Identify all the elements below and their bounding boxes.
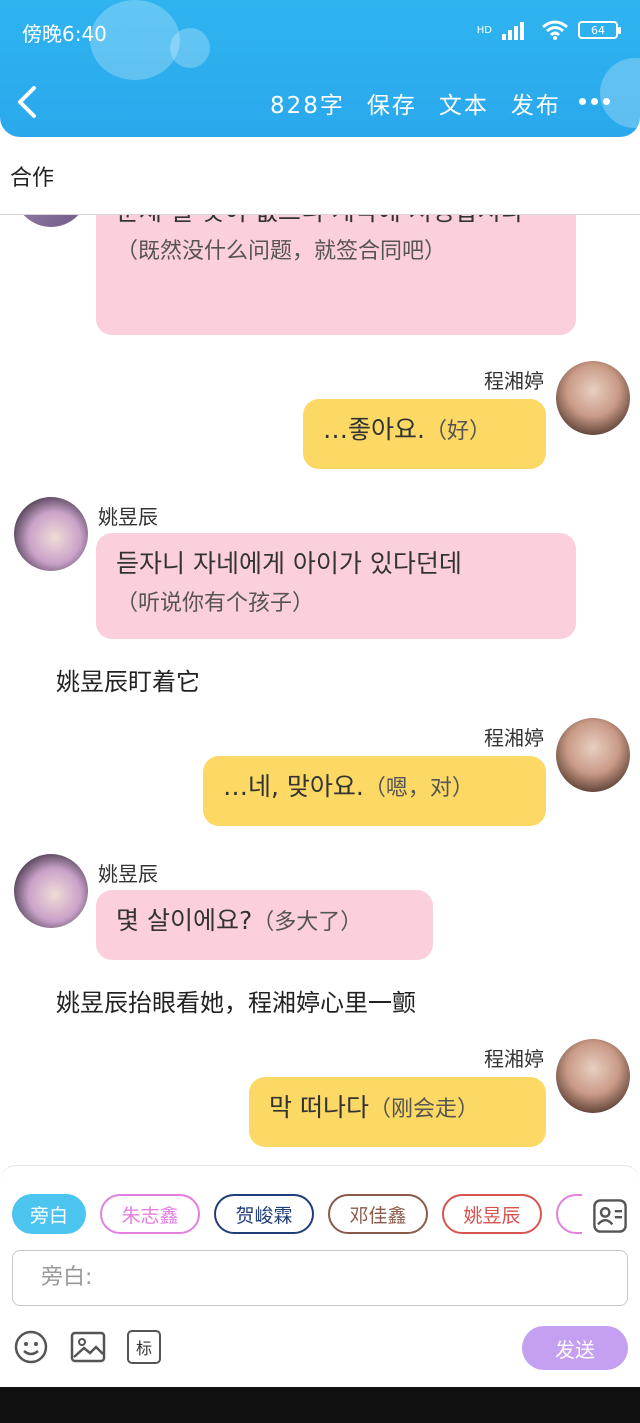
chip-label: 姚昱辰 xyxy=(463,1204,521,1227)
role-chip[interactable] xyxy=(556,1194,582,1234)
status-icons: HD 64 xyxy=(476,20,621,40)
contacts-icon[interactable] xyxy=(592,1198,628,1234)
speaker-name: 程湘婷 xyxy=(484,1047,544,1071)
status-time: 傍晚6:40 xyxy=(22,22,107,46)
speaker-name: 姚昱辰 xyxy=(98,862,158,886)
page-subtitle: 合作 xyxy=(10,166,55,191)
narration-text: 姚昱辰抬眼看她，程湘婷心里一颤 xyxy=(56,989,416,1017)
chip-label: 邓佳鑫 xyxy=(349,1204,407,1227)
battery-icon: 64 xyxy=(578,21,621,39)
narration-text: 姚昱辰盯着它 xyxy=(56,668,200,696)
more-icon[interactable] xyxy=(579,98,610,105)
role-selector: 旁白 朱志鑫 贺峻霖 邓佳鑫 姚昱辰 xyxy=(12,1194,582,1238)
message-bubble[interactable]: 몇 살이에요?（多大了） xyxy=(96,890,433,960)
chip-label: 朱志鑫 xyxy=(121,1204,179,1227)
message-text: 문제 될 것이 없으니 계약에 서명합시다 xyxy=(116,215,524,226)
message-text: 몇 살이에요? xyxy=(116,906,253,935)
avatar[interactable] xyxy=(14,497,88,571)
chip-label: 贺峻霖 xyxy=(235,1204,293,1227)
message-bubble[interactable]: 듣자니 자네에게 아이가 있다던데 （听说你有个孩子） xyxy=(96,533,576,639)
role-chip-narrator[interactable]: 旁白 xyxy=(12,1194,86,1234)
compose-panel: 旁白 朱志鑫 贺峻霖 邓佳鑫 姚昱辰 旁白: 标 发送 xyxy=(0,1165,640,1388)
role-chip[interactable]: 朱志鑫 xyxy=(100,1194,200,1234)
chip-label: 旁白 xyxy=(29,1204,68,1227)
avatar[interactable] xyxy=(556,1039,630,1113)
text-button[interactable]: 文本 xyxy=(439,86,489,120)
speaker-name: 程湘婷 xyxy=(484,726,544,750)
wifi-icon xyxy=(542,20,568,40)
role-chip[interactable]: 邓佳鑫 xyxy=(328,1194,428,1234)
word-count: 828字 xyxy=(270,93,345,119)
message-translation: （多大了） xyxy=(252,910,363,935)
mark-icon[interactable]: 标 xyxy=(127,1330,161,1364)
battery-level: 64 xyxy=(591,23,605,37)
message-translation: （刚会走） xyxy=(368,1097,479,1122)
message-text: …네, 맞아요. xyxy=(223,772,364,801)
network-label: HD xyxy=(476,24,492,36)
emoji-icon[interactable] xyxy=(14,1330,48,1364)
message-translation: （既然没什么问题，就签合同吧） xyxy=(116,239,447,264)
system-nav-bar xyxy=(0,1387,640,1423)
chat-area[interactable]: 문제 될 것이 없으니 계약에 서명합시다 （既然没什么问题，就签合同吧） 程湘婷… xyxy=(0,215,640,1165)
back-icon[interactable] xyxy=(12,84,42,120)
app-header: 傍晚6:40 HD 64 828字 保存 文本 发布 xyxy=(0,0,640,137)
message-translation: （好） xyxy=(424,419,491,444)
message-bubble[interactable]: 막 떠나다（刚会走） xyxy=(249,1077,546,1147)
message-translation: （听说你有个孩子） xyxy=(116,591,315,616)
message-input[interactable]: 旁白: xyxy=(12,1250,628,1306)
decor-bubble xyxy=(170,28,210,68)
message-text: …좋아요. xyxy=(323,415,425,444)
message-translation: （嗯，对） xyxy=(363,776,474,801)
header-actions: 828字 保存 文本 发布 xyxy=(270,86,561,120)
message-text: 막 떠나다 xyxy=(269,1093,369,1122)
role-chip[interactable]: 贺峻霖 xyxy=(214,1194,314,1234)
message-text: 듣자니 자네에게 아이가 있다던데 xyxy=(116,549,462,578)
decor-bubble xyxy=(600,58,640,128)
message-bubble[interactable]: …좋아요.（好） xyxy=(303,399,546,469)
message-bubble[interactable]: …네, 맞아요.（嗯，对） xyxy=(203,756,546,826)
send-button[interactable]: 发送 xyxy=(522,1326,628,1370)
save-button[interactable]: 保存 xyxy=(367,86,417,120)
publish-button[interactable]: 发布 xyxy=(511,86,561,120)
image-icon[interactable] xyxy=(70,1330,106,1364)
signal-icon xyxy=(502,20,532,40)
avatar[interactable] xyxy=(556,718,630,792)
avatar[interactable] xyxy=(14,854,88,928)
avatar[interactable] xyxy=(14,215,88,227)
speaker-name: 程湘婷 xyxy=(484,369,544,393)
role-chip[interactable]: 姚昱辰 xyxy=(442,1194,542,1234)
avatar[interactable] xyxy=(556,361,630,435)
speaker-name: 姚昱辰 xyxy=(98,505,158,529)
mark-label: 标 xyxy=(135,1339,152,1358)
message-bubble[interactable]: 문제 될 것이 없으니 계약에 서명합시다 （既然没什么问题，就签合同吧） xyxy=(96,215,576,335)
